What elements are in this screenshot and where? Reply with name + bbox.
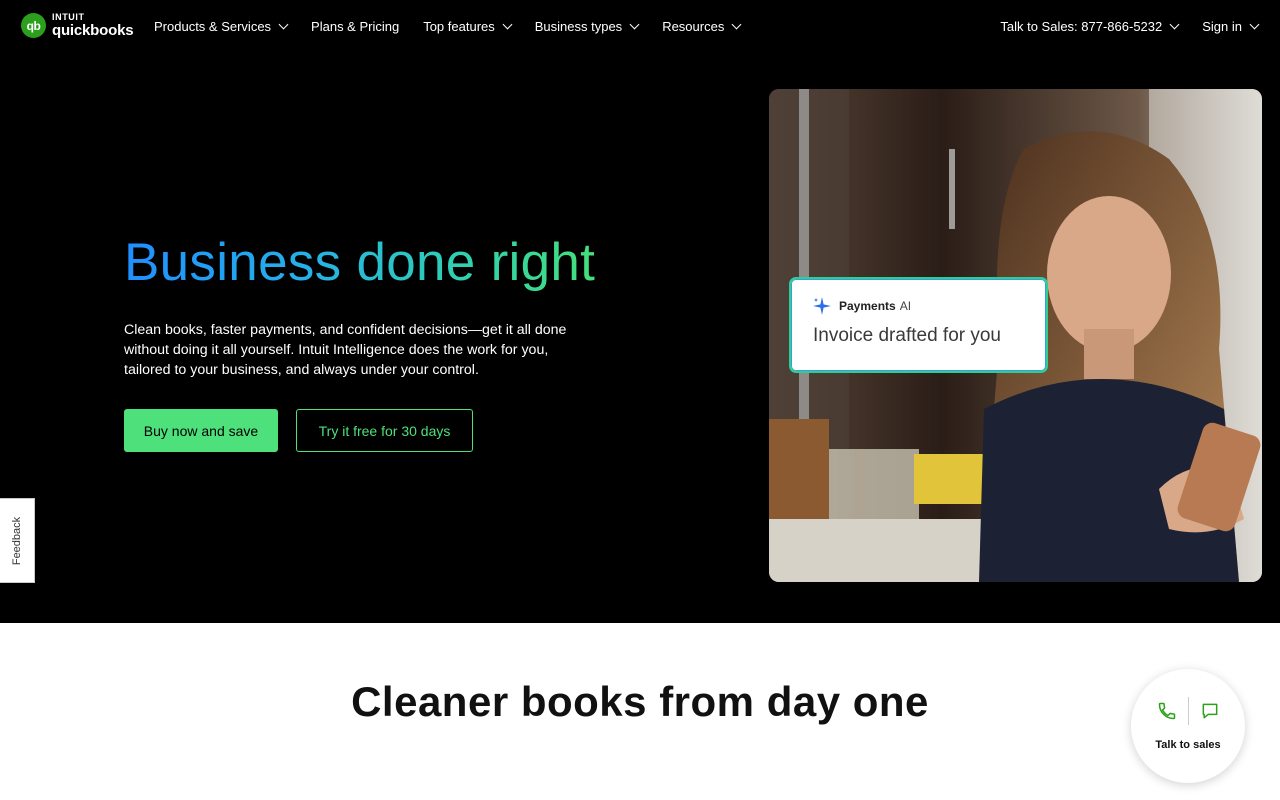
ai-card-suffix: AI [899,299,912,313]
chevron-down-icon [502,19,513,29]
phone-icon[interactable] [1157,701,1177,721]
chat-icon[interactable] [1200,701,1220,721]
nav-business-types[interactable]: Business types [535,19,640,34]
hero-section: Business done right Clean books, faster … [0,52,1280,623]
quickbooks-logo[interactable]: qb INTUIT quickbooks [21,12,134,39]
logo-intuit-text: INTUIT [52,12,85,22]
chevron-down-icon [1169,19,1180,29]
qb-logo-icon: qb [21,13,46,38]
payments-ai-card: Payments AI Invoice drafted for you [789,277,1048,373]
free-trial-button[interactable]: Try it free for 30 days [296,409,473,452]
top-nav: qb INTUIT quickbooks Products & Services… [0,0,1280,52]
chevron-down-icon [629,19,640,29]
chevron-down-icon [1249,19,1260,29]
ai-card-product: Payments [839,299,896,313]
feedback-tab[interactable]: Feedback [0,498,35,583]
logo-product-text: quickbooks [52,22,134,39]
section-title: Cleaner books from day one [351,678,929,725]
hero-title: Business done right [124,233,596,292]
feedback-label: Feedback [11,516,23,565]
nav-products-services[interactable]: Products & Services [154,19,289,34]
chevron-down-icon [278,19,289,29]
ai-card-message: Invoice drafted for you [813,325,1001,346]
hero-subtitle: Clean books, faster payments, and confid… [124,322,567,378]
talk-to-sales-widget[interactable]: Talk to sales [1131,669,1245,783]
chevron-down-icon [731,19,742,29]
nav-top-features[interactable]: Top features [423,19,513,34]
nav-resources[interactable]: Resources [662,19,742,34]
talk-to-sales-label: Talk to sales [1155,739,1221,751]
nav-right: Talk to Sales: 877-866-5232 Sign in [976,0,1260,52]
sparkle-icon [813,297,831,315]
sign-in-dropdown[interactable]: Sign in [1202,19,1260,34]
talk-to-sales-dropdown[interactable]: Talk to Sales: 877-866-5232 [1000,19,1180,34]
nav-plans-pricing[interactable]: Plans & Pricing [311,19,399,34]
nav-menu: Products & Services Plans & Pricing Top … [154,0,764,52]
buy-now-button[interactable]: Buy now and save [124,409,278,452]
